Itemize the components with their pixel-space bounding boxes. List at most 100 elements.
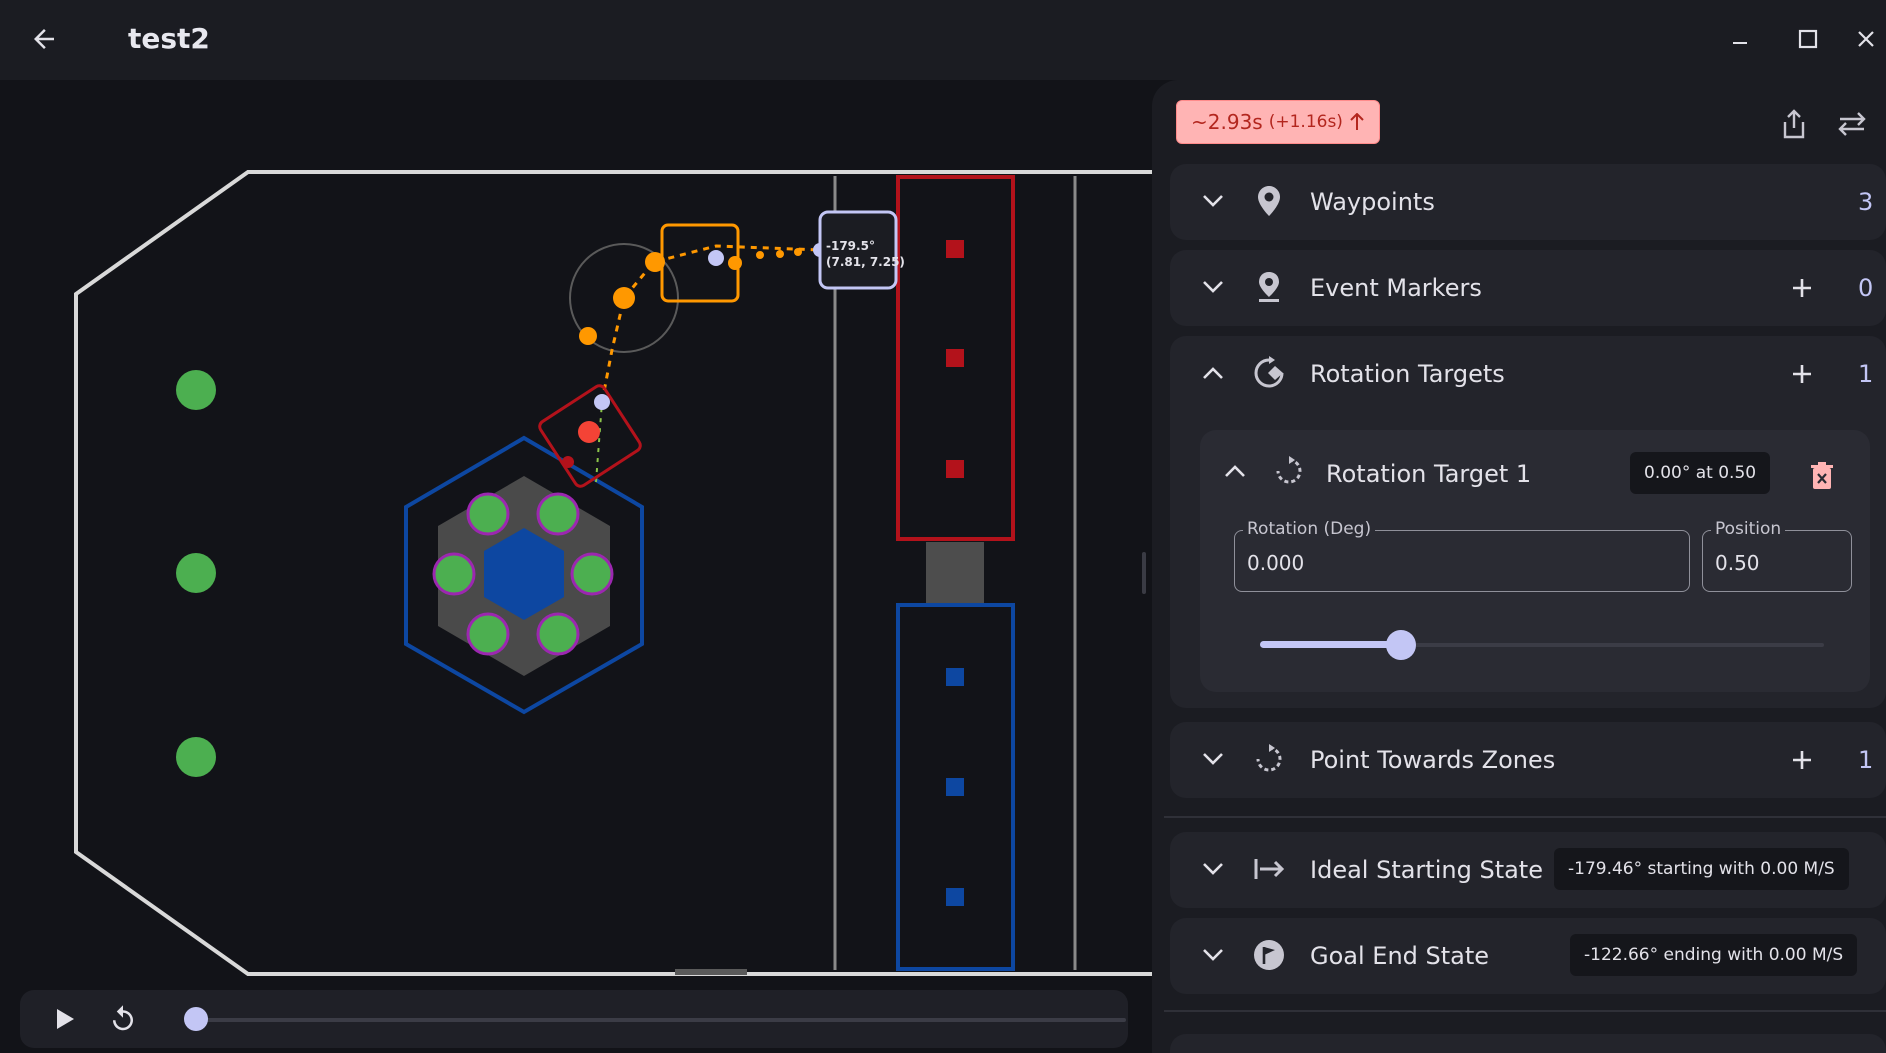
goal-end-state-header[interactable]: Goal End State -122.66° ending with 0.00… <box>1170 918 1886 994</box>
goal-end-state-summary: -122.66° ending with 0.00 M/S <box>1570 934 1858 976</box>
position-input[interactable]: Position 0.50 <box>1702 519 1852 592</box>
ideal-starting-state-header[interactable]: Ideal Starting State -179.46° starting w… <box>1170 832 1886 908</box>
arrow-left-icon <box>34 29 54 49</box>
share-button[interactable] <box>1772 102 1816 146</box>
position-label: Position <box>1711 519 1786 539</box>
rotation-degrees-input[interactable]: Rotation (Deg) 0.000 <box>1234 519 1690 592</box>
rotation-targets-count: 1 <box>1858 360 1874 388</box>
minimize-icon <box>1733 42 1747 44</box>
position-slider-thumb[interactable] <box>1386 630 1416 660</box>
swap-button[interactable] <box>1830 102 1874 146</box>
game-piece <box>176 370 216 410</box>
reef-piece <box>466 492 510 536</box>
plus-icon <box>1793 365 1811 383</box>
field-boundary-marker <box>675 969 747 975</box>
add-event-marker-button[interactable] <box>1784 270 1820 306</box>
event-markers-label: Event Markers <box>1310 274 1482 302</box>
point-towards-zones-label: Point Towards Zones <box>1310 746 1556 774</box>
point-towards-zones-count: 1 <box>1858 746 1874 774</box>
path-control-point <box>594 394 610 410</box>
swap-icon <box>1838 112 1866 136</box>
minimize-button[interactable] <box>1712 16 1768 62</box>
path-point <box>579 327 597 345</box>
rotation-targets-header[interactable]: Rotation Targets 1 <box>1170 336 1886 412</box>
playback-slider-thumb[interactable] <box>184 1007 208 1031</box>
path-point <box>756 251 764 259</box>
blue-marker <box>946 668 964 686</box>
event-markers-section: Event Markers 0 <box>1170 250 1886 326</box>
reef-piece <box>466 612 510 656</box>
section-divider <box>1164 1010 1886 1012</box>
game-piece <box>176 737 216 777</box>
chevron-down-icon <box>1200 746 1226 772</box>
playback-track[interactable] <box>196 1018 1126 1022</box>
rotate-icon <box>1272 454 1306 488</box>
waypoints-section: Waypoints 3 <box>1170 164 1886 240</box>
playback-bar <box>20 990 1128 1048</box>
red-marker <box>946 240 964 258</box>
plus-icon <box>1793 751 1811 769</box>
rotation-target-name: Rotation Target 1 <box>1326 460 1532 488</box>
waypoints-label: Waypoints <box>1310 188 1435 216</box>
panel-splitter-handle[interactable] <box>1142 552 1146 594</box>
maximize-icon <box>1798 29 1818 49</box>
path-point <box>613 287 635 309</box>
blue-marker <box>946 778 964 796</box>
close-button[interactable] <box>1846 16 1886 62</box>
field-canvas[interactable]: -179.5° (7.81, 7.25) <box>0 80 1152 1053</box>
red-marker <box>946 349 964 367</box>
position-value: 0.50 <box>1715 551 1760 575</box>
center-connector <box>926 542 984 604</box>
field-boundary <box>74 170 1152 976</box>
rotate-zone-icon <box>1252 742 1286 776</box>
waypoints-header[interactable]: Waypoints 3 <box>1170 164 1886 240</box>
play-button[interactable] <box>50 1004 80 1034</box>
path-point <box>794 248 802 256</box>
add-rotation-target-button[interactable] <box>1784 356 1820 392</box>
add-point-towards-zone-button[interactable] <box>1784 742 1820 778</box>
robot-position-label: (7.81, 7.25) <box>826 255 905 269</box>
game-piece <box>176 553 216 593</box>
blue-marker <box>946 888 964 906</box>
rotation-degrees-value: 0.000 <box>1247 551 1305 575</box>
robot-rotation-label: -179.5° <box>826 239 875 253</box>
next-section-peek <box>1170 1034 1886 1053</box>
rotation-degrees-label: Rotation (Deg) <box>1243 519 1376 539</box>
section-divider <box>1164 816 1886 818</box>
rotation-target-card: Rotation Target 1 0.00° at 0.50 Rotation… <box>1200 430 1870 692</box>
maximize-button[interactable] <box>1780 16 1836 62</box>
back-button[interactable] <box>20 17 68 61</box>
end-robot-point <box>562 456 574 468</box>
goal-end-state-label: Goal End State <box>1310 942 1490 970</box>
title-bar: test2 <box>0 0 1886 80</box>
waypoints-count: 3 <box>1858 188 1874 216</box>
delete-rotation-target-button[interactable] <box>1800 454 1844 498</box>
page-title: test2 <box>128 22 210 55</box>
rotation-robot-preview <box>660 223 740 303</box>
path-point <box>776 250 784 258</box>
reef-piece <box>432 552 476 596</box>
reef-piece <box>536 492 580 536</box>
chevron-down-icon <box>1200 856 1226 882</box>
play-icon <box>57 1009 74 1029</box>
rotation-target-summary: 0.00° at 0.50 <box>1630 452 1771 494</box>
reef-piece <box>536 612 580 656</box>
location-pin-icon <box>1252 184 1286 218</box>
path-line-end <box>595 401 603 483</box>
chevron-up-icon[interactable] <box>1222 458 1248 484</box>
red-marker <box>946 460 964 478</box>
path-point <box>728 256 742 270</box>
ideal-starting-state-section: Ideal Starting State -179.46° starting w… <box>1170 832 1886 908</box>
rotate-diamond-icon <box>1252 356 1286 390</box>
reef-piece <box>570 552 614 596</box>
event-markers-count: 0 <box>1858 274 1874 302</box>
start-arrow-icon <box>1252 852 1286 886</box>
goal-end-state-section: Goal End State -122.66° ending with 0.00… <box>1170 918 1886 994</box>
path-editor-sidebar: ~2.93s (+1.16s) Waypoints 3 Event Marker… <box>1152 80 1886 1053</box>
chevron-up-icon <box>1200 360 1226 386</box>
point-towards-zones-header[interactable]: Point Towards Zones 1 <box>1170 722 1886 798</box>
event-markers-header[interactable]: Event Markers 0 <box>1170 250 1886 326</box>
restart-button[interactable] <box>106 1002 140 1036</box>
rotation-targets-label: Rotation Targets <box>1310 360 1505 388</box>
point-towards-zones-section: Point Towards Zones 1 <box>1170 722 1886 798</box>
